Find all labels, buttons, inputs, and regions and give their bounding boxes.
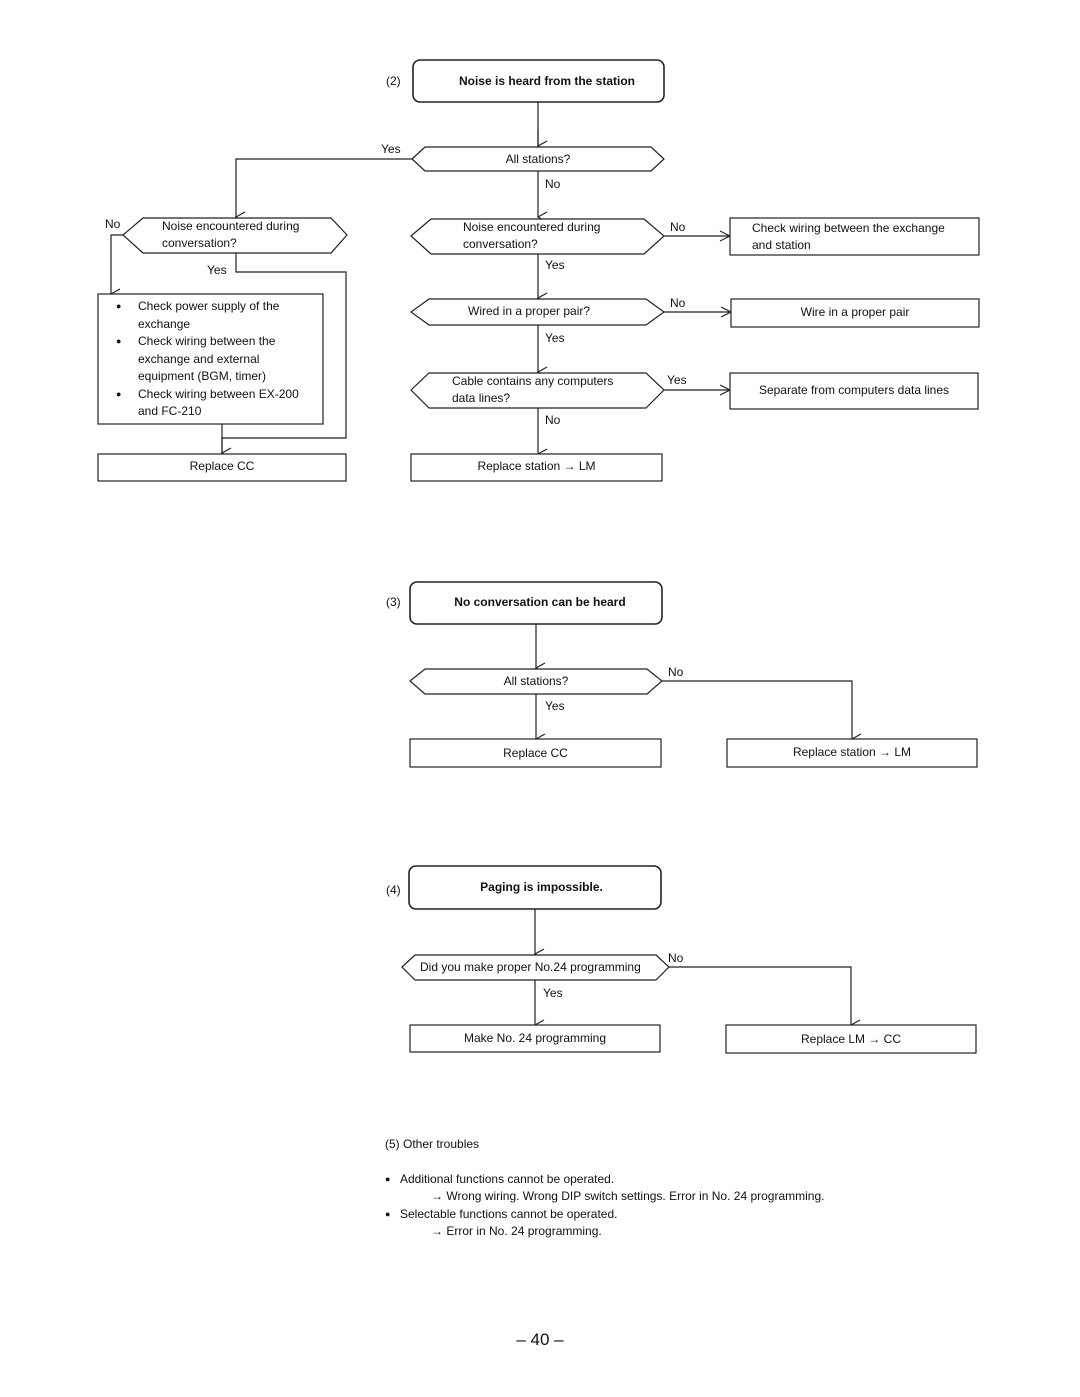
flow2-right-replace-text: Replace station → LM (477, 459, 596, 473)
flow2-d1-line1: Noise encountered during (463, 220, 601, 234)
flow2-left-decision-line1: Noise encountered during (162, 219, 300, 233)
flow2-d2-yes-label: Yes (545, 331, 565, 345)
flow4-number: (4) (386, 883, 401, 897)
flow3-yes-label: Yes (545, 699, 565, 713)
check-item: Check wiring between EX-200and FC-210 (100, 386, 322, 421)
flow2-d3-no-label: No (545, 413, 561, 427)
flow3-yes-action-text: Replace CC (503, 746, 568, 760)
flow2-action1-line2: and station (752, 238, 811, 252)
connector-no (669, 966, 861, 1031)
flow3-no-action-text: Replace station → LM (792, 745, 912, 759)
flow3-number: (3) (386, 595, 401, 609)
trouble-cause: → Wrong wiring. Wrong DIP switch setting… (431, 1189, 825, 1203)
trouble-problem: Selectable functions cannot be operated. (400, 1206, 618, 1221)
bullet-icon: ● (385, 1173, 391, 1184)
flow4-no-label: No (668, 951, 684, 965)
flow4-yes-action-text: Make No. 24 programming (463, 1031, 607, 1045)
trouble-item: ● Selectable functions cannot be operate… (385, 1206, 824, 1224)
flow4-title: Paging is impossible. (480, 880, 603, 894)
flow2-action1-line1: Check wiring between the exchange (752, 221, 945, 235)
flow2-left-yes-label: Yes (207, 263, 227, 277)
flow4-no-action-text: Replace LM → CC (800, 1032, 902, 1046)
page-number: – 40 – (516, 1330, 564, 1349)
flow3-title: No conversation can be heard (454, 595, 626, 609)
flow2-left-decision-line2: conversation? (162, 236, 237, 250)
flow4-yes-label: Yes (543, 986, 563, 1000)
flow2-d2-text: Wired in a proper pair? (468, 304, 591, 318)
flow2-action2-text: Wire in a proper pair (800, 305, 910, 319)
flow2-d1-no-label: No (670, 220, 686, 234)
flow2-d3-yes-label: Yes (667, 373, 687, 387)
trouble-cause: → Error in No. 24 programming. (431, 1224, 602, 1238)
flow2-all-stations-text: All stations? (505, 152, 571, 166)
flow2-all-yes-label: Yes (381, 142, 401, 156)
other-troubles-section: (5) Other troubles ● Additional function… (385, 1136, 824, 1241)
flow2-d2-no-label: No (670, 296, 686, 310)
trouble-item: ● Additional functions cannot be operate… (385, 1171, 824, 1189)
flow2-d1-line2: conversation? (463, 237, 538, 251)
flow2-all-no-label: No (545, 177, 561, 191)
check-item: Check power supply of theexchange (100, 298, 322, 333)
flow2-title: Noise is heard from the station (458, 74, 636, 88)
check-item: Check wiring between theexchange and ext… (100, 333, 322, 386)
connector-left-no (109, 234, 123, 300)
flow2-left-replace-text: Replace CC (189, 459, 255, 473)
flow2-action3-text: Separate from computers data lines (758, 383, 950, 397)
trouble-problem: Additional functions cannot be operated. (400, 1171, 615, 1186)
flow4-decision-text: Did you make proper No.24 programming (420, 960, 641, 974)
flow3-no-label: No (668, 665, 684, 679)
flow2-d1-yes-label: Yes (545, 258, 565, 272)
flow2-left-no-label: No (105, 217, 121, 231)
bullet-icon: ● (385, 1208, 391, 1219)
flow2-d3-line2: data lines? (452, 391, 511, 405)
flow3-decision-text: All stations? (503, 674, 569, 688)
connector-no (662, 680, 862, 745)
flow2-d3-line1: Cable contains any computers (452, 374, 614, 388)
other-troubles-heading: (5) Other troubles (385, 1137, 480, 1151)
connector-yes-left (234, 158, 412, 223)
flow2-number: (2) (386, 74, 401, 88)
flow2-checks-list: Check power supply of theexchange Check … (100, 298, 322, 421)
